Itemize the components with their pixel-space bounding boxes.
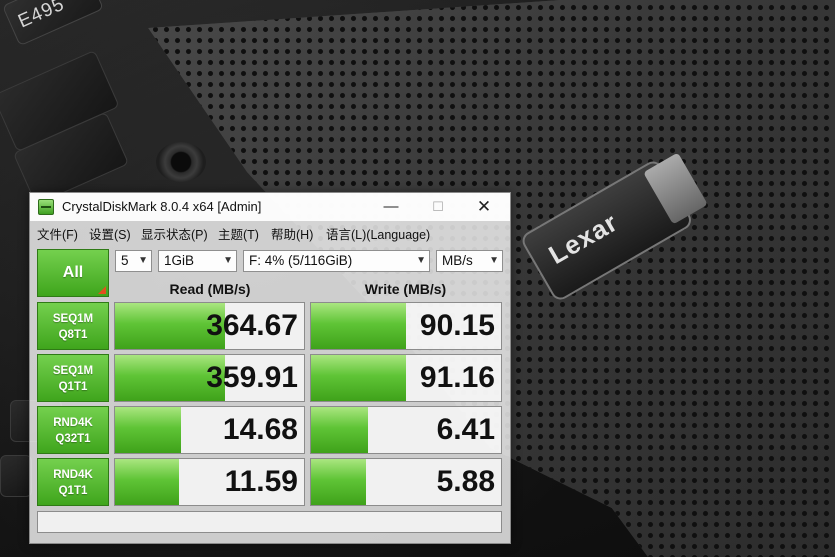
test-params: Q8T1	[58, 329, 88, 341]
test-size-select[interactable]: 1GiB ▼	[158, 250, 237, 272]
write-result-cell: 5.88	[310, 458, 502, 506]
test-count-select[interactable]: 5 ▼	[115, 250, 152, 272]
test-size-value: 1GiB	[164, 253, 195, 268]
test-button-seq1m-q1t1[interactable]: SEQ1M Q1T1	[37, 354, 109, 402]
menu-file[interactable]: 文件(F)	[37, 224, 78, 243]
drive-value: F: 4% (5/116GiB)	[249, 253, 353, 268]
power-button	[156, 142, 206, 182]
window-title: CrystalDiskMark 8.0.4 x64 [Admin]	[62, 199, 262, 214]
crystaldiskmark-window: CrystalDiskMark 8.0.4 x64 [Admin] — ☐ ✕ …	[29, 192, 511, 544]
all-tests-button[interactable]: All	[37, 249, 109, 297]
write-result-value: 91.16	[419, 361, 495, 394]
read-result-value: 11.59	[224, 465, 298, 498]
write-level-bar	[311, 355, 406, 401]
test-count-value: 5	[121, 253, 129, 268]
write-level-bar	[311, 407, 368, 453]
write-result-cell: 90.15	[310, 302, 502, 350]
read-level-bar	[115, 459, 180, 505]
chevron-down-icon: ▼	[223, 255, 233, 266]
write-result-cell: 6.41	[310, 406, 502, 454]
test-name: RND4K	[53, 417, 93, 429]
menu-display-status[interactable]: 显示状态(P)	[141, 224, 208, 243]
test-button-rnd4k-q32t1[interactable]: RND4K Q32T1	[37, 406, 109, 454]
test-name: SEQ1M	[52, 313, 94, 325]
comment-field[interactable]	[37, 511, 502, 533]
read-result-cell: 364.67	[114, 302, 305, 350]
read-level-bar	[115, 407, 182, 453]
menu-language[interactable]: 语言(L)(Language)	[326, 224, 430, 243]
menu-theme[interactable]: 主题(T)	[218, 224, 259, 243]
test-params: Q1T1	[58, 485, 88, 497]
menu-help[interactable]: 帮助(H)	[271, 224, 313, 243]
write-result-cell: 91.16	[310, 354, 502, 402]
write-result-value: 5.88	[436, 465, 495, 498]
read-result-value: 359.91	[206, 361, 298, 394]
chevron-down-icon: ▼	[138, 255, 148, 266]
write-result-value: 6.41	[436, 413, 495, 446]
menu-settings[interactable]: 设置(S)	[89, 224, 131, 243]
test-name: RND4K	[53, 469, 93, 481]
keyboard-key	[0, 455, 32, 497]
read-result-cell: 11.59	[114, 458, 305, 506]
test-button-rnd4k-q1t1[interactable]: RND4K Q1T1	[37, 458, 109, 506]
write-result-value: 90.15	[419, 309, 495, 342]
unit-value: MB/s	[442, 253, 473, 268]
test-name: SEQ1M	[52, 365, 94, 377]
title-bar[interactable]: CrystalDiskMark 8.0.4 x64 [Admin] — ☐ ✕	[30, 193, 510, 221]
unit-select[interactable]: MB/s ▼	[436, 250, 503, 272]
read-result-cell: 14.68	[114, 406, 305, 454]
chevron-down-icon: ▼	[416, 255, 426, 266]
write-level-bar	[311, 459, 367, 505]
menu-bar: 文件(F) 设置(S) 显示状态(P) 主题(T) 帮助(H) 语言(L)(La…	[30, 222, 510, 242]
minimize-button[interactable]: —	[368, 193, 414, 221]
app-icon	[38, 199, 54, 215]
drive-select[interactable]: F: 4% (5/116GiB) ▼	[243, 250, 430, 272]
test-params: Q1T1	[58, 381, 88, 393]
maximize-button[interactable]: ☐	[415, 193, 461, 221]
close-button[interactable]: ✕	[461, 193, 507, 221]
read-result-cell: 359.91	[114, 354, 305, 402]
read-result-value: 364.67	[206, 309, 298, 342]
test-button-seq1m-q8t1[interactable]: SEQ1M Q8T1	[37, 302, 109, 350]
read-column-header: Read (MB/s)	[169, 281, 251, 297]
test-params: Q32T1	[55, 433, 91, 445]
write-column-header: Write (MB/s)	[364, 281, 447, 297]
chevron-down-icon: ▼	[489, 255, 499, 266]
write-level-bar	[311, 303, 406, 349]
read-result-value: 14.68	[222, 413, 298, 446]
